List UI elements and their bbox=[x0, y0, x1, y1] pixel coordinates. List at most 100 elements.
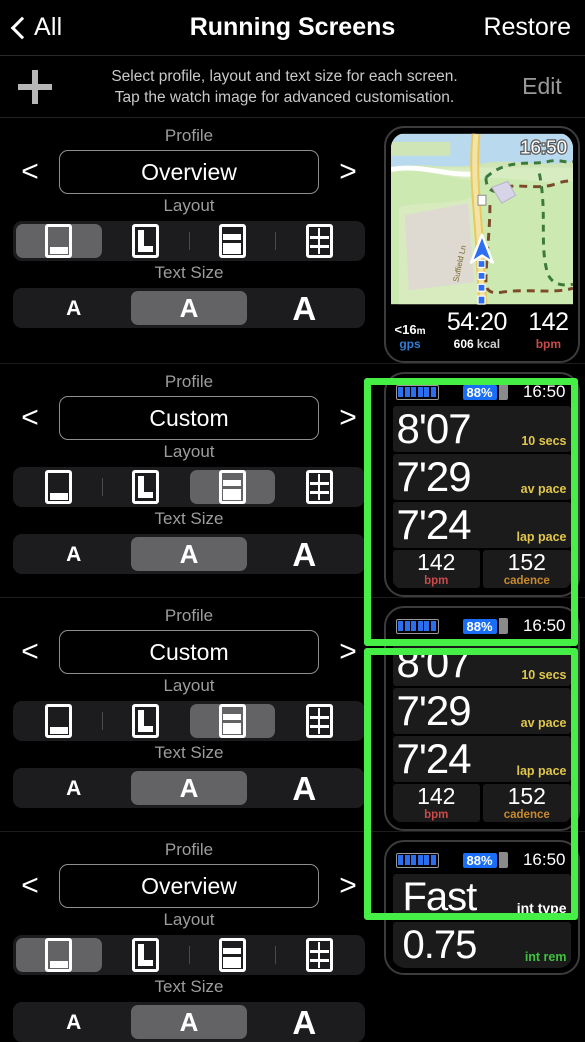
battery-percent-badge: 88% bbox=[462, 384, 497, 400]
layout-label: Layout bbox=[163, 196, 215, 215]
map-view: Suffield Ln 16:50 bbox=[390, 133, 573, 305]
layout-option-layout-three-stripes[interactable] bbox=[189, 470, 276, 504]
profile-label: Profile bbox=[164, 840, 214, 859]
layout-segmented-control bbox=[13, 221, 365, 261]
chevron-left-icon bbox=[12, 16, 26, 40]
text-size-option-1[interactable]: A bbox=[16, 291, 131, 325]
layout-option-layout-grid-2x3[interactable] bbox=[276, 470, 362, 504]
watch-preview-data[interactable]: 88% 16:50 8'07 10 secs 7'29 av pace 7'24 lap pa… bbox=[383, 372, 580, 597]
battery-icon bbox=[395, 384, 439, 400]
watch-preview-map[interactable]: Suffield Ln 16:50 <16m gps 54:20 606 kcal 142 bp… bbox=[383, 126, 580, 363]
layout-l-shape-icon bbox=[132, 470, 160, 504]
watch-data-row: 7'24 lap pace bbox=[392, 736, 571, 782]
layout-segmented-control bbox=[13, 935, 365, 975]
profile-prev-button[interactable]: < bbox=[13, 637, 47, 667]
layout-option-layout-grid-2x3[interactable] bbox=[276, 704, 362, 738]
text-size-option-3[interactable]: A bbox=[247, 537, 362, 571]
watch-data-cell: 142 bpm bbox=[392, 784, 480, 822]
screen-config-row: Profile < Custom > Layout Text Size A A A 88% 16:5… bbox=[0, 364, 585, 598]
watch-clock: 16:50 bbox=[522, 616, 566, 635]
text-size-option-3[interactable]: A bbox=[247, 771, 362, 805]
layout-option-layout-grid-2x3[interactable] bbox=[276, 224, 362, 258]
text-size-option-1[interactable]: A bbox=[16, 1005, 131, 1039]
watch-data-row: 7'29 av pace bbox=[392, 454, 571, 500]
watch-status-bar: 88% 16:50 bbox=[391, 379, 573, 404]
profile-value-button[interactable]: Overview bbox=[59, 150, 319, 194]
layout-grid-2x3-icon bbox=[305, 938, 333, 972]
text-size-glyph: A bbox=[292, 289, 317, 327]
layout-option-layout-three-stripes[interactable] bbox=[190, 224, 276, 258]
profile-next-button[interactable]: > bbox=[331, 403, 365, 433]
layout-option-layout-main-bottom-bar[interactable] bbox=[16, 704, 102, 738]
profile-prev-button[interactable]: < bbox=[13, 871, 47, 901]
layout-l-shape-icon bbox=[132, 704, 160, 738]
profile-next-button[interactable]: > bbox=[331, 637, 365, 667]
layout-option-layout-l-shape[interactable] bbox=[103, 704, 189, 738]
edit-button[interactable]: Edit bbox=[499, 73, 585, 100]
watch-status-bar: 88% 16:50 bbox=[391, 847, 573, 872]
map-graphic: Suffield Ln16:50 bbox=[390, 133, 573, 305]
watch-data-row: 7'29 av pace bbox=[392, 688, 571, 734]
profile-label: Profile bbox=[164, 372, 214, 391]
navigation-bar: All Running Screens Restore bbox=[0, 0, 585, 56]
map-stats-bar: <16m gps 54:20 606 kcal 142 bpm bbox=[390, 305, 573, 356]
svg-text:16:50: 16:50 bbox=[520, 137, 567, 158]
layout-main-bottom-bar-icon bbox=[45, 224, 73, 258]
profile-prev-button[interactable]: < bbox=[13, 157, 47, 187]
text-size-glyph: A bbox=[179, 539, 199, 569]
layout-option-layout-main-bottom-bar[interactable] bbox=[16, 938, 102, 972]
text-size-option-2[interactable]: A bbox=[131, 291, 247, 325]
profile-value-button[interactable]: Custom bbox=[59, 630, 319, 674]
text-size-option-1[interactable]: A bbox=[16, 771, 131, 805]
layout-option-layout-three-stripes[interactable] bbox=[189, 704, 276, 738]
text-size-glyph: A bbox=[66, 542, 82, 566]
layout-grid-2x3-icon bbox=[305, 704, 333, 738]
text-size-glyph: A bbox=[292, 769, 317, 807]
watch-interval-row: 0.75 int rem bbox=[392, 922, 571, 968]
text-size-glyph: A bbox=[292, 1003, 317, 1041]
text-size-label: Text Size bbox=[154, 743, 224, 762]
back-button[interactable]: All bbox=[0, 13, 62, 42]
add-screen-button[interactable] bbox=[0, 69, 70, 104]
layout-option-layout-l-shape[interactable] bbox=[103, 224, 189, 258]
running-screens-app: All Running Screens Restore Select profi… bbox=[0, 0, 585, 1042]
text-size-segmented-control: AAA bbox=[13, 1002, 365, 1042]
watch-data-cell: 142 bpm bbox=[392, 550, 480, 588]
watch-preview-data[interactable]: 88% 16:50 8'07 10 secs 7'29 av pace 7'24 lap pa… bbox=[383, 606, 580, 831]
layout-option-layout-grid-2x3[interactable] bbox=[276, 938, 362, 972]
watch-interval-row: Fast int type bbox=[392, 874, 571, 920]
map-stat-gps: <16m gps bbox=[394, 322, 426, 351]
layout-label: Layout bbox=[163, 442, 215, 461]
restore-button[interactable]: Restore bbox=[483, 13, 585, 42]
battery-percent-track bbox=[498, 852, 508, 868]
layout-option-layout-l-shape[interactable] bbox=[103, 938, 189, 972]
layout-option-layout-main-bottom-bar[interactable] bbox=[16, 224, 102, 258]
profile-label: Profile bbox=[164, 606, 214, 625]
text-size-option-2[interactable]: A bbox=[131, 1005, 247, 1039]
sub-header: Select profile, layout and text size for… bbox=[0, 56, 585, 118]
battery-icon bbox=[395, 618, 439, 634]
profile-prev-button[interactable]: < bbox=[13, 403, 47, 433]
profile-value-button[interactable]: Overview bbox=[59, 864, 319, 908]
profile-next-button[interactable]: > bbox=[331, 157, 365, 187]
layout-option-layout-three-stripes[interactable] bbox=[190, 938, 276, 972]
text-size-option-1[interactable]: A bbox=[16, 537, 131, 571]
plus-icon bbox=[18, 69, 52, 104]
text-size-option-3[interactable]: A bbox=[247, 291, 362, 325]
watch-preview-interval[interactable]: 88% 16:50 Fast int type 0.75 int rem bbox=[383, 840, 580, 975]
text-size-option-3[interactable]: A bbox=[247, 1005, 362, 1039]
text-size-option-2[interactable]: A bbox=[131, 537, 247, 571]
layout-main-bottom-bar-icon bbox=[45, 470, 73, 504]
layout-segmented-control bbox=[13, 467, 365, 507]
profile-value-button[interactable]: Custom bbox=[59, 396, 319, 440]
text-size-segmented-control: AAA bbox=[13, 768, 365, 808]
layout-three-stripes-icon bbox=[218, 938, 246, 972]
screen-config-row: Profile < Custom > Layout Text Size A A A 88% 16:5… bbox=[0, 598, 585, 832]
layout-l-shape-icon bbox=[132, 224, 160, 258]
layout-option-layout-l-shape[interactable] bbox=[103, 470, 189, 504]
layout-option-layout-main-bottom-bar[interactable] bbox=[16, 470, 102, 504]
profile-next-button[interactable]: > bbox=[331, 871, 365, 901]
layout-three-stripes-icon bbox=[218, 224, 246, 258]
text-size-segmented-control: AAA bbox=[13, 288, 365, 328]
text-size-option-2[interactable]: A bbox=[131, 771, 247, 805]
